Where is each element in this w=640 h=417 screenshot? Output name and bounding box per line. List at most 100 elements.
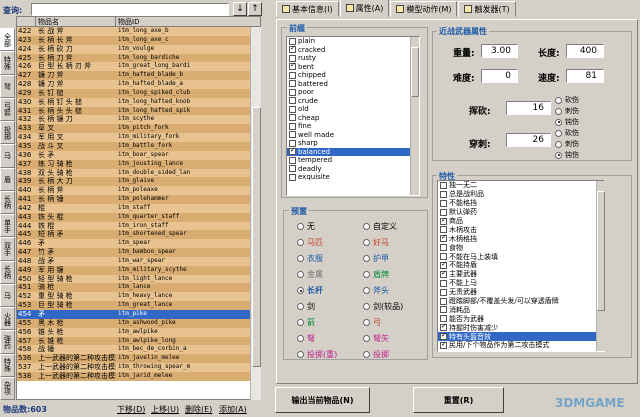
checkbox[interactable] [289, 97, 296, 105]
prefix-item[interactable]: bent [287, 61, 419, 72]
preset-option[interactable]: 投掷 [363, 349, 389, 360]
radio-button[interactable] [363, 223, 370, 230]
table-row[interactable]: 538 上一武器的第二种攻击模式 itm_jarid_melee [17, 371, 260, 381]
category-tab[interactable]: 弓箭 [0, 97, 15, 121]
preset-option[interactable]: 长杆 [297, 285, 323, 296]
table-scrollbar[interactable] [250, 27, 261, 400]
table-row[interactable]: 454 矛 itm_pike [17, 310, 260, 319]
radio-button[interactable] [297, 223, 304, 230]
preset-option[interactable]: 弩 [297, 333, 315, 344]
table-row[interactable]: 537 上一武器的第二种攻击模式 itm_throwing_spear_m [17, 363, 260, 372]
category-tab[interactable]: 特殊 [0, 51, 15, 75]
table-row[interactable]: 423 长 柄 长 斧 itm_long_axe_c [17, 35, 260, 45]
checkbox[interactable] [289, 131, 296, 139]
speed-field[interactable]: 81 [566, 69, 604, 83]
preset-option[interactable]: 衣服 [297, 253, 323, 264]
table-row[interactable]: 432 长 柄 镰 刀 itm_scythe [17, 115, 260, 125]
table-row[interactable]: 422 长 战 斧 itm_long_axe_b [17, 27, 260, 36]
table-row[interactable]: 446 矛 itm_spear [17, 239, 260, 249]
checkbox[interactable] [289, 122, 296, 130]
checkbox[interactable] [440, 244, 447, 252]
thrust-type-option[interactable]: 砍伤 [555, 128, 579, 138]
checkbox[interactable] [440, 297, 447, 305]
category-tab[interactable]: 马 [0, 144, 15, 168]
category-tab[interactable]: 马 [0, 283, 15, 307]
col-id[interactable]: 物品ID [116, 17, 260, 26]
checkbox[interactable] [289, 88, 296, 96]
radio-button[interactable] [363, 335, 370, 342]
checkbox[interactable] [440, 199, 447, 207]
radio-button[interactable] [297, 319, 304, 326]
radio-button[interactable] [363, 271, 370, 278]
scroll-thumb[interactable] [252, 107, 261, 367]
table-row[interactable]: 430 长 柄 钉 头 槌 itm_long_hafted_knob [17, 97, 260, 107]
thrust-type-option[interactable]: 钝伤 [555, 150, 579, 160]
preset-option[interactable]: 斧头 [363, 285, 389, 296]
table-row[interactable]: 457 长 锥 枪 itm_awlpike_long [17, 336, 260, 346]
table-row[interactable]: 424 长 柄 砍 刀 itm_voulge [17, 44, 260, 54]
length-field[interactable]: 400 [566, 44, 604, 58]
prefix-item[interactable]: deadly [287, 165, 419, 174]
prefix-item[interactable]: cheap [287, 114, 419, 123]
swing-type-option[interactable]: 砍伤 [555, 95, 579, 105]
swing-type-option[interactable]: 钝伤 [555, 117, 579, 127]
tab-attributes[interactable]: 属性(A) [339, 0, 390, 17]
prefix-list[interactable]: plaincrackedrustybentchippedbatteredpoor… [286, 36, 420, 196]
radio-button[interactable] [555, 96, 562, 104]
table-row[interactable]: 442 棍 itm_staff [17, 203, 260, 213]
checkbox[interactable] [440, 216, 447, 225]
category-tab[interactable]: 单手 [0, 214, 15, 238]
table-row[interactable]: 451 骑 枪 itm_lance [17, 283, 260, 293]
table-row[interactable]: 441 长 柄 锤 itm_polehammer [17, 195, 260, 204]
category-tab[interactable]: 盾 [0, 167, 15, 191]
table-row[interactable]: 427 镰 刀 斧 itm_hafted_blade_b [17, 71, 260, 81]
prefix-scrollbar[interactable] [410, 37, 419, 195]
table-row[interactable]: 433 草 叉 itm_pitch_fork [17, 124, 260, 134]
radio-button[interactable] [363, 255, 370, 262]
prefix-item[interactable]: poor [287, 88, 419, 97]
preset-option[interactable]: 护甲 [363, 253, 389, 264]
category-tab[interactable]: 弹药 [0, 330, 15, 354]
checkbox[interactable] [440, 269, 447, 278]
table-row[interactable]: 437 练 习 骑 枪 itm_jousting_lance [17, 159, 260, 169]
radio-button[interactable] [363, 239, 370, 246]
swing-field[interactable]: 16 [506, 101, 551, 115]
traits-scrollbar[interactable] [596, 181, 605, 351]
category-tab[interactable]: 杂项 [0, 376, 15, 400]
category-tab[interactable]: 长柄 [0, 190, 15, 214]
prefix-item[interactable]: exquisite [287, 173, 419, 182]
delete-link[interactable]: 删除(E) [185, 404, 212, 415]
prefix-scroll-thumb[interactable] [411, 47, 419, 97]
table-row[interactable]: 440 长 柄 斧 itm_poleaxe [17, 186, 260, 196]
checkbox[interactable] [289, 80, 296, 88]
table-row[interactable]: 444 铁 棍 itm_iron_staff [17, 221, 260, 231]
prefix-item[interactable]: well made [287, 131, 419, 140]
table-row[interactable]: 456 锥 头 枪 itm_awlpike [17, 327, 260, 337]
prefix-item[interactable]: old [287, 105, 419, 114]
tab-basic-info[interactable]: 基本信息(I) [276, 1, 339, 17]
table-row[interactable]: 458 战 锤 itm_bec_de_corbin_a [17, 345, 260, 355]
move-down-button[interactable]: ↓ [233, 2, 247, 16]
prefix-item[interactable]: cracked [287, 44, 419, 55]
tab-trigger[interactable]: 触发器(T) [458, 1, 516, 17]
tab-model-action[interactable]: 模型动作(M) [390, 1, 458, 17]
table-row[interactable]: 439 长 柄 大 刀 itm_glaive [17, 177, 260, 187]
table-row[interactable]: 434 军 用 叉 itm_military_fork [17, 133, 260, 142]
table-row[interactable]: 449 军 用 镰 itm_military_scythe [17, 265, 260, 275]
radio-button[interactable] [297, 255, 304, 262]
weight-field[interactable]: 3.00 [481, 44, 518, 58]
checkbox[interactable] [440, 288, 447, 296]
checkbox[interactable] [289, 105, 296, 113]
table-row[interactable]: 425 长 柄 刀 斧 itm_long_bardiche [17, 53, 260, 63]
table-row[interactable]: 445 短 柄 矛 itm_shortened_spear [17, 230, 260, 240]
preset-option[interactable]: 箭 [297, 317, 315, 328]
difficulty-field[interactable]: 0 [481, 69, 518, 83]
radio-button[interactable] [297, 239, 304, 246]
table-row[interactable]: 436 长 矛 itm_boar_spear [17, 150, 260, 160]
category-tab[interactable]: 长柄 [0, 260, 15, 284]
radio-button[interactable] [555, 107, 562, 115]
table-row[interactable]: 443 铁 头 棍 itm_quarter_staff [17, 212, 260, 222]
checkbox[interactable] [289, 114, 296, 122]
table-row[interactable]: 448 战 矛 itm_war_spear [17, 256, 260, 266]
checkbox[interactable] [440, 181, 447, 189]
